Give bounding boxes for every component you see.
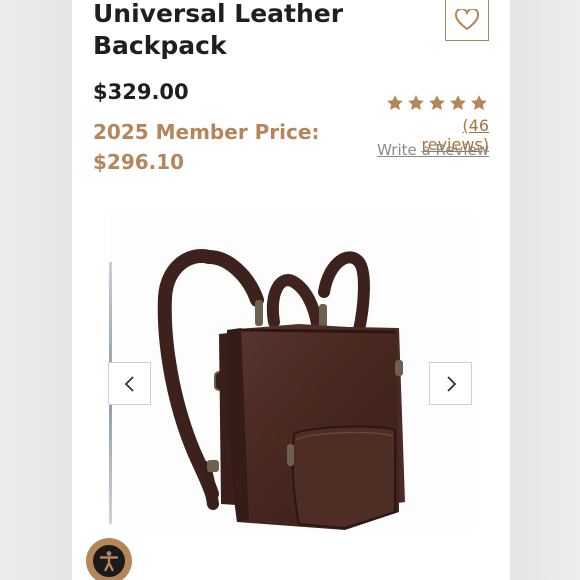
heart-icon [455, 9, 479, 30]
background-left [0, 0, 72, 580]
member-price: 2025 Member Price: $296.10 [93, 120, 320, 174]
product-price: $329.00 [93, 80, 189, 104]
chevron-right-icon [446, 375, 456, 392]
star-icon [387, 95, 403, 111]
chevron-left-icon [124, 375, 134, 392]
rating-stars [386, 94, 488, 112]
star-icon [429, 95, 445, 111]
accessibility-button[interactable] [86, 538, 132, 580]
product-image-carousel[interactable] [108, 212, 473, 532]
star-icon [471, 95, 487, 111]
background-right [510, 0, 580, 580]
favorite-button[interactable] [445, 0, 489, 41]
star-icon [450, 95, 466, 111]
carousel-prev-button[interactable] [108, 362, 151, 405]
star-icon [408, 95, 424, 111]
write-review-link[interactable]: Write a Review [377, 141, 489, 159]
product-image [157, 249, 405, 530]
product-title: Universal Leather Backpack [93, 0, 344, 60]
accessibility-icon [91, 543, 127, 579]
product-card: Universal Leather Backpack $329.00 2025 … [72, 0, 510, 580]
carousel-next-button[interactable] [429, 362, 472, 405]
